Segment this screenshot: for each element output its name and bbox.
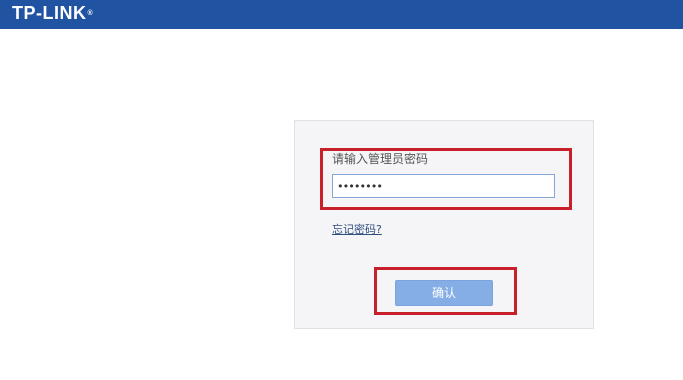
top-banner: TP-LINK® (0, 0, 683, 29)
tp-link-logo: TP-LINK® (12, 3, 93, 23)
logo-text: TP-LINK (12, 3, 87, 23)
forgot-password-link[interactable]: 忘记密码? (332, 223, 382, 237)
registered-mark: ® (87, 10, 94, 17)
confirm-highlight-box (374, 267, 517, 315)
password-highlight-box (320, 148, 572, 210)
